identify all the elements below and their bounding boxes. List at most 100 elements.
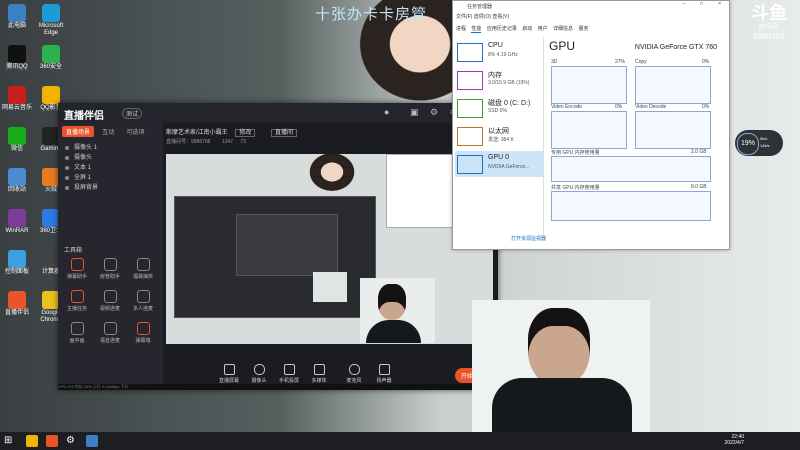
resource-cpu[interactable]: CPU 8% 4.19 GHz	[455, 39, 543, 65]
room-title-row: 斯摩艺术家/江南小霸王 修改 直播间	[166, 127, 298, 137]
desktop-icon[interactable]: 此电脑	[2, 4, 32, 30]
network-speed: 0k/s 14k/s	[760, 136, 770, 148]
room-number-overlay: 9986798	[753, 32, 785, 41]
tool-button[interactable]: 弹幕助手	[62, 258, 92, 280]
desktop-icon[interactable]: 微信	[2, 127, 32, 153]
desktop-icon[interactable]: 腾讯QQ	[2, 45, 32, 71]
app-status-bar: CPU 4% 内存 18% 上行 0.04Mbps 下行	[58, 384, 498, 390]
resource-disk[interactable]: 磁盘 0 (C: D:) SSD 0%	[455, 95, 543, 121]
start-icon[interactable]: ⊞	[4, 435, 16, 447]
edit-room-button[interactable]: 修改	[235, 129, 256, 137]
tool-button[interactable]: 多人连麦	[128, 290, 158, 312]
tool-button[interactable]: 语音连麦	[95, 322, 125, 344]
app-titlebar: 直播伴侣 测试 ● ▣ ⚙ ≡ – ×	[58, 103, 498, 123]
cpu-gauge: 19%	[737, 133, 759, 155]
phone-cast-button[interactable]: 手机投屏	[276, 364, 302, 384]
scene-item[interactable]: 投屏背景	[62, 183, 158, 193]
media-button[interactable]: 多媒体	[306, 364, 332, 384]
gpu-heading: GPU	[549, 39, 576, 53]
desktop-icon[interactable]: 360安全	[36, 45, 66, 71]
settings-icon[interactable]: ⚙	[66, 435, 78, 447]
screen-capture-button[interactable]: 直播屏幕	[216, 364, 242, 384]
app-version-badge: 测试	[122, 108, 143, 119]
desktop-icon-label: 控制面板	[4, 269, 29, 275]
tab-scenes[interactable]: 直播场景	[62, 126, 95, 137]
gift-icon[interactable]: ▣	[410, 107, 419, 118]
gpu-copy-graph	[635, 66, 711, 104]
desktop-icon[interactable]: WinRAR	[2, 209, 32, 235]
tool-button[interactable]: 房管助手	[95, 258, 125, 280]
preview-camera	[313, 272, 347, 302]
settings-icon[interactable]: ⚙	[430, 107, 438, 118]
tool-label: 画中画	[69, 338, 85, 344]
tab-details[interactable]: 详细信息	[553, 26, 573, 32]
desktop-icon-label: WinRAR	[5, 228, 29, 234]
tab-startup[interactable]: 启动	[522, 26, 532, 32]
minimize-icon[interactable]: –	[682, 1, 685, 7]
camera-button[interactable]: 摄像头	[246, 364, 272, 384]
tab-app-history[interactable]: 应用历史记录	[487, 26, 517, 32]
scene-item[interactable]: 摄像头	[62, 153, 158, 163]
desktop-icon[interactable]: Microsoft Edge	[36, 4, 66, 37]
streamer-face	[528, 308, 590, 386]
scene-item[interactable]: 摄像头 1	[62, 143, 158, 153]
graph-size: 2.0 GB	[691, 149, 707, 155]
scene-list: 摄像头 1 摄像头 文本 1 全屏 1 投屏背景	[62, 143, 158, 193]
tool-label: 多人连麦	[132, 306, 153, 312]
wallpaper-banner: 十张办卡卡房管	[315, 6, 428, 23]
close-icon[interactable]: ×	[718, 1, 721, 7]
taskmgr-icon[interactable]	[86, 435, 98, 447]
graph-pct: 0%	[615, 104, 623, 110]
tab-services[interactable]: 服务	[578, 26, 588, 32]
app-icon	[8, 209, 26, 227]
resource-gpu[interactable]: GPU 0 NVIDIA GeForce...	[455, 151, 543, 177]
app-icon	[8, 291, 26, 309]
tool-button[interactable]: 弹幕墙	[128, 322, 158, 344]
system-clock[interactable]: 22:40 2022/4/7	[725, 434, 744, 446]
avatar[interactable]: ●	[384, 107, 389, 117]
room-tag[interactable]: 直播间	[271, 129, 298, 137]
gpu-decode-graph	[635, 111, 711, 149]
stream-preview[interactable]: 斗鱼	[166, 154, 493, 344]
folder-icon[interactable]	[26, 435, 38, 447]
taskmgr-tabs: 进程 性能 应用历史记录 启动 用户 详细信息 服务	[456, 25, 592, 33]
streamer-face	[378, 284, 406, 320]
streamer-app-icon[interactable]	[46, 435, 58, 447]
like-count: 73	[240, 139, 246, 145]
tab-users[interactable]: 用户	[538, 26, 548, 32]
streamer-body	[492, 378, 632, 432]
app-icon	[8, 168, 26, 186]
tab-options[interactable]: 可选项	[123, 126, 149, 137]
room-number: 直播间号：9986798	[166, 139, 211, 145]
desktop-icon[interactable]: 直播伴侣	[2, 291, 32, 317]
system-monitor-widget[interactable]: 19% 0k/s 14k/s	[735, 130, 783, 156]
desktop-icon[interactable]: 网易云音乐	[2, 86, 32, 112]
nested-app-preview-inner	[236, 214, 338, 276]
desktop-icon[interactable]: 控制面板	[2, 250, 32, 276]
tool-button[interactable]: 视频连麦	[95, 290, 125, 312]
speaker-button[interactable]: 扬声器	[371, 364, 397, 384]
scene-panel: 直播场景 互动 可选项 摄像头 1 摄像头 文本 1 全屏 1 投屏背景 工具箱…	[58, 123, 163, 390]
resource-ethernet[interactable]: 以太网 发送: 384 K	[455, 123, 543, 149]
resource-monitor-link[interactable]: 打开资源监视器	[511, 235, 546, 242]
tab-performance[interactable]: 性能	[471, 26, 482, 33]
scene-item[interactable]: 文本 1	[62, 163, 158, 173]
preview-portrait	[306, 154, 358, 194]
microphone-button[interactable]: 麦克风	[341, 364, 367, 384]
scene-item[interactable]: 全屏 1	[62, 173, 158, 183]
tool-button[interactable]: 画中画	[62, 322, 92, 344]
taskmgr-menu[interactable]: 文件(F) 选项(O) 查看(V)	[456, 13, 509, 20]
tab-processes[interactable]: 进程	[456, 26, 466, 32]
maximize-icon[interactable]: □	[700, 1, 703, 7]
scene-tabs: 直播场景 互动 可选项	[62, 126, 151, 138]
tool-button[interactable]: 福袋抽奖	[128, 258, 158, 280]
tab-interact[interactable]: 互动	[98, 126, 118, 137]
tool-icon	[70, 290, 84, 303]
tool-label: 主播任务	[66, 306, 87, 312]
tool-label: 房管助手	[99, 274, 120, 280]
tool-icon	[70, 322, 84, 335]
desktop-icon[interactable]: 回收站	[2, 168, 32, 194]
desktop-icon-label: Microsoft Edge	[38, 23, 64, 36]
resource-memory[interactable]: 内存 3.0/15.9 GB (19%)	[455, 67, 543, 93]
tool-button[interactable]: 主播任务	[62, 290, 92, 312]
